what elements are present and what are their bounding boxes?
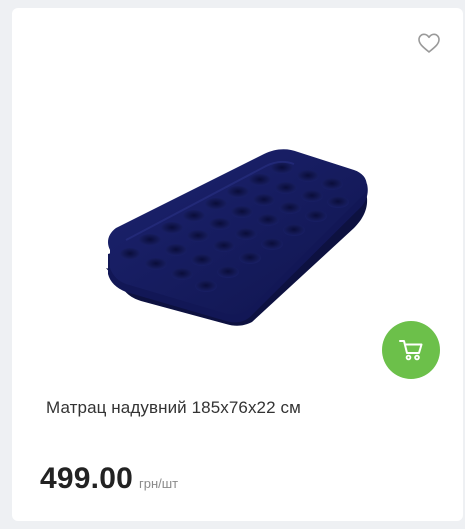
product-title[interactable]: Матрац надувний 185х76х22 см [46, 398, 301, 418]
cart-icon [398, 338, 424, 362]
price-unit: грн/шт [138, 476, 179, 491]
product-card[interactable]: Матрац надувний 185х76х22 см 499.00 грн/… [12, 8, 463, 521]
heart-icon [417, 32, 441, 54]
product-image[interactable] [86, 136, 386, 336]
add-to-cart-button[interactable] [382, 321, 440, 379]
wishlist-button[interactable] [417, 32, 441, 54]
product-price: 499.00 [40, 462, 133, 495]
inflatable-mattress-image [106, 149, 368, 326]
price-block: 499.00 грн/шт [40, 462, 178, 496]
